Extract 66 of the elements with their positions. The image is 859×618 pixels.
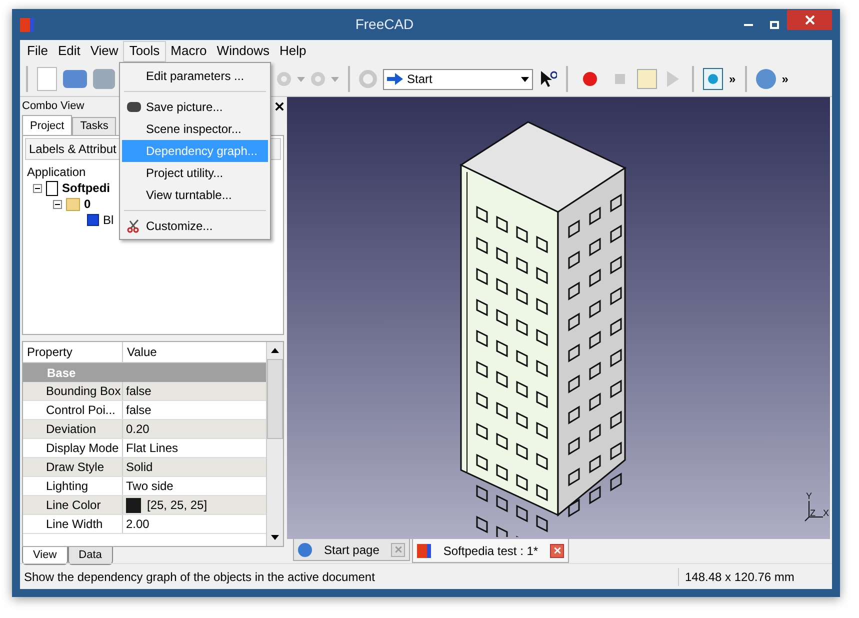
color-swatch[interactable] — [126, 498, 141, 512]
record-icon[interactable] — [583, 72, 597, 86]
3d-viewport[interactable]: Y Z X — [287, 97, 830, 539]
menu-item[interactable]: Edit — [52, 40, 86, 62]
panel-title: Combo View — [22, 98, 84, 114]
property-value: Solid — [126, 459, 153, 476]
freecad-logo-icon — [417, 544, 432, 558]
menu-entry[interactable]: Save picture... — [122, 96, 268, 118]
panel-tab[interactable]: View — [22, 547, 68, 564]
panel-tab[interactable]: Data — [68, 547, 113, 564]
freecad-logo-icon — [20, 18, 34, 32]
column-header: Value — [126, 344, 158, 361]
tree-item[interactable]: Bl — [103, 211, 114, 229]
caret-icon[interactable] — [271, 535, 279, 540]
tree-item[interactable]: Softpedi — [62, 179, 110, 197]
panel-tab[interactable]: Tasks — [72, 117, 116, 135]
group-row: Base — [23, 363, 266, 382]
menu-item[interactable]: Help — [274, 40, 312, 62]
collapse-icon[interactable] — [33, 184, 42, 192]
collapse-icon[interactable] — [53, 200, 62, 208]
property-value: Flat Lines — [126, 440, 178, 457]
property-name: Deviation — [23, 420, 123, 438]
scissors-icon — [127, 219, 141, 233]
whats-this-icon[interactable] — [539, 70, 557, 88]
menu-entry[interactable]: Edit parameters ... — [122, 65, 268, 87]
overflow-button[interactable]: » — [729, 70, 736, 88]
property-value: 2.00 — [126, 516, 150, 533]
property-name: Bounding Box — [23, 382, 123, 400]
column-header: Property — [23, 342, 123, 362]
property-name: Line Width — [23, 515, 123, 533]
axis-cross-drawing: Y Z X — [804, 491, 830, 522]
caret-icon[interactable] — [271, 348, 279, 353]
window-title: FreeCAD — [354, 15, 415, 34]
menu-item[interactable]: File — [22, 40, 53, 62]
property-name: Control Poi... — [23, 401, 123, 419]
dimensions-label: 148.48 x 120.76 mm — [678, 568, 828, 586]
panel-tab[interactable]: Project — [22, 115, 72, 135]
status-message: Show the dependency graph of the objects in the active document — [24, 568, 376, 586]
document-tab[interactable]: Softpedia test : 1* — [412, 539, 570, 563]
property-value: false — [126, 383, 152, 400]
property-value: [25, 25, 25] — [147, 497, 208, 514]
property-name: Display Mode — [23, 439, 123, 457]
close-button[interactable] — [787, 10, 832, 30]
property-value: false — [126, 402, 152, 419]
property-name: Lighting — [23, 477, 123, 495]
arrow-icon — [387, 73, 403, 85]
property-name: Line Color — [23, 496, 123, 514]
caret-icon[interactable] — [521, 76, 529, 82]
menu-entry[interactable]: View turntable... — [122, 184, 268, 206]
menu-item[interactable]: Windows — [212, 40, 275, 62]
overflow-button[interactable]: » — [782, 70, 788, 88]
menu-entry[interactable]: Project utility... — [122, 162, 268, 184]
menu-entry[interactable]: Scene inspector... — [122, 118, 268, 140]
workbench-dropdown[interactable]: Start — [383, 68, 533, 90]
menu-item[interactable]: Tools — [123, 40, 166, 62]
property-value: 0.20 — [126, 421, 150, 438]
tree-item[interactable]: 0 — [84, 195, 91, 213]
menu-item[interactable]: View — [85, 40, 124, 62]
close-icon[interactable] — [275, 102, 284, 110]
property-name: Draw Style — [23, 458, 123, 476]
scrollbar[interactable] — [266, 342, 283, 546]
menu-entry[interactable]: Customize... — [122, 215, 268, 237]
menu-item[interactable]: Macro — [166, 40, 212, 62]
property-value: Two side — [126, 478, 174, 495]
tree-item[interactable]: Application — [27, 163, 86, 181]
close-button[interactable] — [550, 544, 564, 558]
